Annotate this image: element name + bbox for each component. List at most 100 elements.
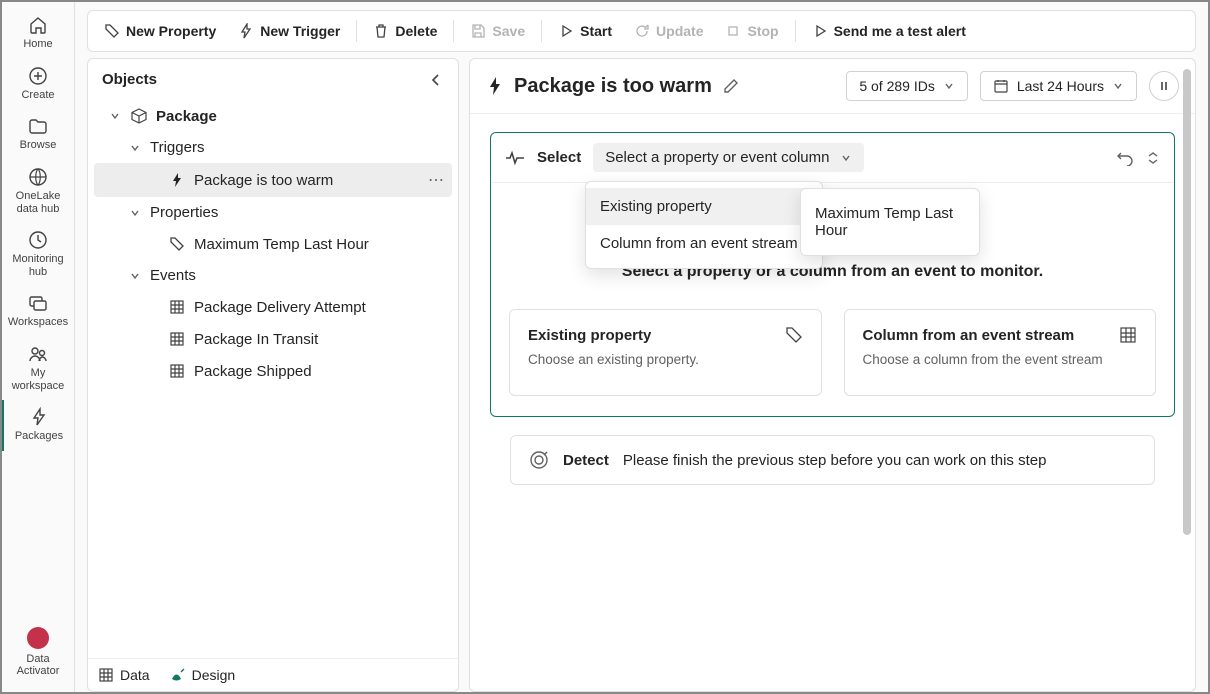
detect-step-row: Detect Please finish the previous step b… [510, 435, 1155, 485]
calendar-icon [993, 78, 1009, 94]
canvas: Package is too warm 5 of 289 IDs Last 24… [469, 58, 1196, 692]
onelake-icon [27, 166, 49, 188]
rail-home[interactable]: Home [2, 8, 74, 59]
folder-icon [27, 115, 49, 137]
bolt-icon [238, 23, 254, 39]
tree-node-prop-maxtemp[interactable]: Maximum Temp Last Hour [94, 228, 452, 260]
rail-monitoring[interactable]: Monitoring hub [2, 223, 74, 286]
scrollbar[interactable] [1183, 69, 1193, 651]
myworkspace-icon [27, 343, 49, 365]
tree-node-trigger-warm[interactable]: Package is too warm ⋯ [94, 163, 452, 197]
refresh-icon [634, 23, 650, 39]
select-step-card: Select Select a property or event column [490, 132, 1175, 417]
table-icon [168, 298, 186, 316]
rail-onelake-label: OneLake data hub [6, 190, 70, 215]
rail-packages-label: Packages [15, 430, 63, 443]
stop-button: Stop [715, 17, 788, 45]
rail-home-label: Home [23, 38, 52, 51]
collapse-step-button[interactable] [1146, 150, 1160, 166]
plus-circle-icon [27, 65, 49, 87]
design-icon [170, 667, 186, 683]
table-icon [168, 362, 186, 380]
chevron-down-icon [128, 142, 142, 154]
rail-workspaces-label: Workspaces [8, 316, 68, 329]
update-button: Update [624, 17, 713, 45]
tree-node-triggers[interactable]: Triggers [94, 132, 452, 163]
rail-packages[interactable]: Packages [2, 400, 74, 451]
tag-icon [104, 23, 120, 39]
rail-browse[interactable]: Browse [2, 109, 74, 160]
table-icon [98, 667, 114, 683]
flyout-column-event[interactable]: Column from an event stream [586, 225, 822, 262]
chevron-down-icon [1112, 80, 1124, 92]
monitoring-icon [27, 229, 49, 251]
stop-icon [725, 23, 741, 39]
toolbar: New Property New Trigger Delete Save Sta… [87, 10, 1196, 52]
tag-icon [168, 235, 186, 253]
bolt-icon [486, 75, 504, 97]
rail-browse-label: Browse [20, 139, 57, 152]
tag-icon [785, 326, 803, 344]
undo-button[interactable] [1116, 150, 1134, 166]
chevron-down-icon [943, 80, 955, 92]
rail-myworkspace[interactable]: My workspace [2, 337, 74, 400]
play-icon [558, 23, 574, 39]
chevron-down-icon [128, 207, 142, 219]
rail-monitoring-label: Monitoring hub [6, 253, 70, 278]
delete-button[interactable]: Delete [363, 17, 447, 45]
cube-icon [130, 107, 148, 125]
data-activator-icon [27, 627, 49, 649]
collapse-panel-button[interactable] [428, 72, 444, 88]
table-icon [1119, 326, 1137, 344]
pulse-icon [505, 150, 525, 166]
choice-column-event[interactable]: Column from an event stream Choose a col… [844, 309, 1157, 396]
table-icon [168, 330, 186, 348]
rail-activator-label: Data Activator [6, 653, 70, 678]
rail-create-label: Create [21, 89, 54, 102]
rail-onelake[interactable]: OneLake data hub [2, 160, 74, 223]
tree-node-events[interactable]: Events [94, 260, 452, 291]
start-button[interactable]: Start [548, 17, 622, 45]
tree-node-properties[interactable]: Properties [94, 197, 452, 228]
flyout-existing-property[interactable]: Existing property [586, 188, 822, 225]
send-test-alert-button[interactable]: Send me a test alert [802, 17, 976, 45]
time-range-dropdown[interactable]: Last 24 Hours [980, 71, 1137, 101]
detect-label: Detect [563, 452, 609, 469]
edit-title-button[interactable] [722, 77, 740, 95]
pause-button[interactable] [1149, 71, 1179, 101]
new-property-button[interactable]: New Property [94, 17, 226, 45]
property-subflyout: Maximum Temp Last Hour [800, 188, 980, 256]
property-flyout: Existing property Column from an event s… [585, 181, 823, 269]
detect-text: Please finish the previous step before y… [623, 452, 1047, 469]
new-trigger-button[interactable]: New Trigger [228, 17, 350, 45]
tree-node-package[interactable]: Package [94, 100, 452, 132]
pause-icon [1157, 79, 1171, 93]
bolt-icon [168, 171, 186, 189]
tree-node-event-delivery[interactable]: Package Delivery Attempt [94, 291, 452, 323]
canvas-title: Package is too warm [514, 75, 712, 98]
tab-data[interactable]: Data [98, 667, 150, 683]
ids-dropdown[interactable]: 5 of 289 IDs [846, 71, 968, 101]
rail-create[interactable]: Create [2, 59, 74, 110]
play-icon [812, 23, 828, 39]
objects-title: Objects [102, 71, 157, 88]
rail-data-activator[interactable]: Data Activator [2, 621, 74, 686]
select-property-dropdown[interactable]: Select a property or event column [593, 143, 863, 172]
tree-node-event-shipped[interactable]: Package Shipped [94, 355, 452, 387]
save-icon [470, 23, 486, 39]
choice-existing-property[interactable]: Existing property Choose an existing pro… [509, 309, 822, 396]
select-step-label: Select [537, 149, 581, 166]
bolt-icon [28, 406, 50, 428]
chevron-down-icon [128, 270, 142, 282]
target-icon [529, 450, 549, 470]
subflyout-item-maxtemp[interactable]: Maximum Temp Last Hour [801, 195, 979, 249]
tree-node-event-transit[interactable]: Package In Transit [94, 323, 452, 355]
more-icon[interactable]: ⋯ [428, 170, 444, 190]
objects-panel: Objects Package Triggers Pac [87, 58, 459, 692]
chevron-down-icon [840, 152, 852, 164]
tab-design[interactable]: Design [170, 667, 236, 683]
chevron-down-icon [108, 110, 122, 122]
workspaces-icon [27, 292, 49, 314]
rail-workspaces[interactable]: Workspaces [2, 286, 74, 337]
home-icon [27, 14, 49, 36]
